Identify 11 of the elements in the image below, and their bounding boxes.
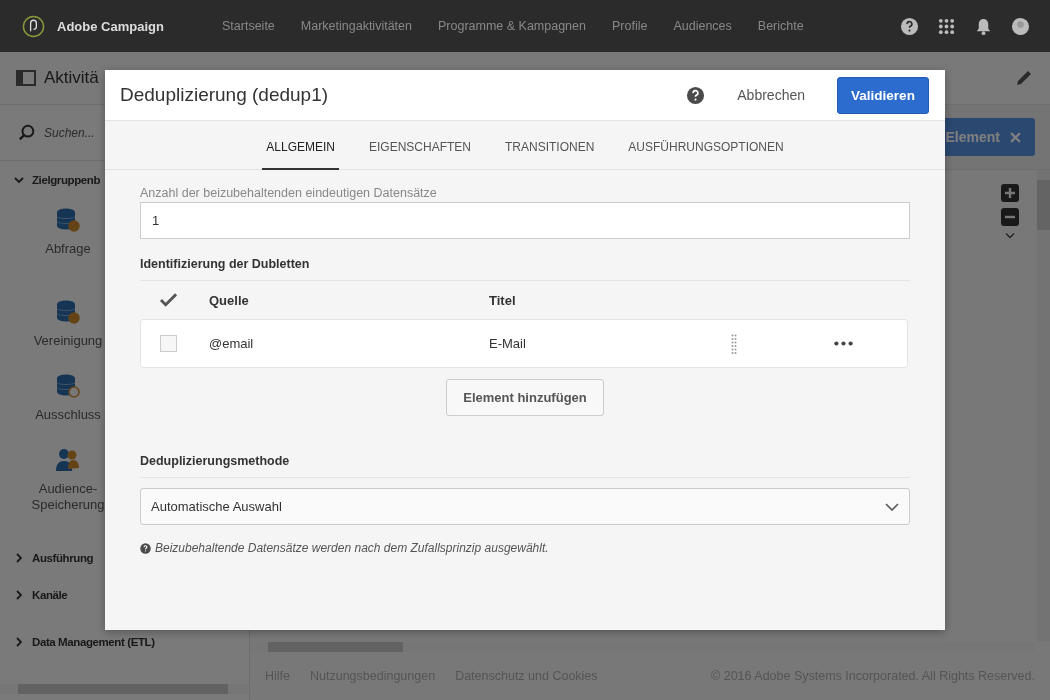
page-title: Aktivitä [44,68,100,88]
section-heading: Deduplizierungsmethode [140,416,910,478]
hint-text: Beizubehaltende Datensätze werden nach dem Zufallsprinzip ausgewählt. [155,541,549,555]
column-header: Quelle [209,292,250,308]
app-name: Adobe Campaign [57,18,164,34]
field-label: Anzahl der beizubehaltenden eindeutigen Datensätze [140,186,438,200]
table-cell-text: @email [209,336,255,351]
dialog-title: Deduplizierung (dedup1) [120,84,330,106]
column-header: Titel [489,292,517,308]
table-cell-text: E-Mail [489,336,527,351]
section-heading: Identifizierung der Dubletten [140,239,910,281]
